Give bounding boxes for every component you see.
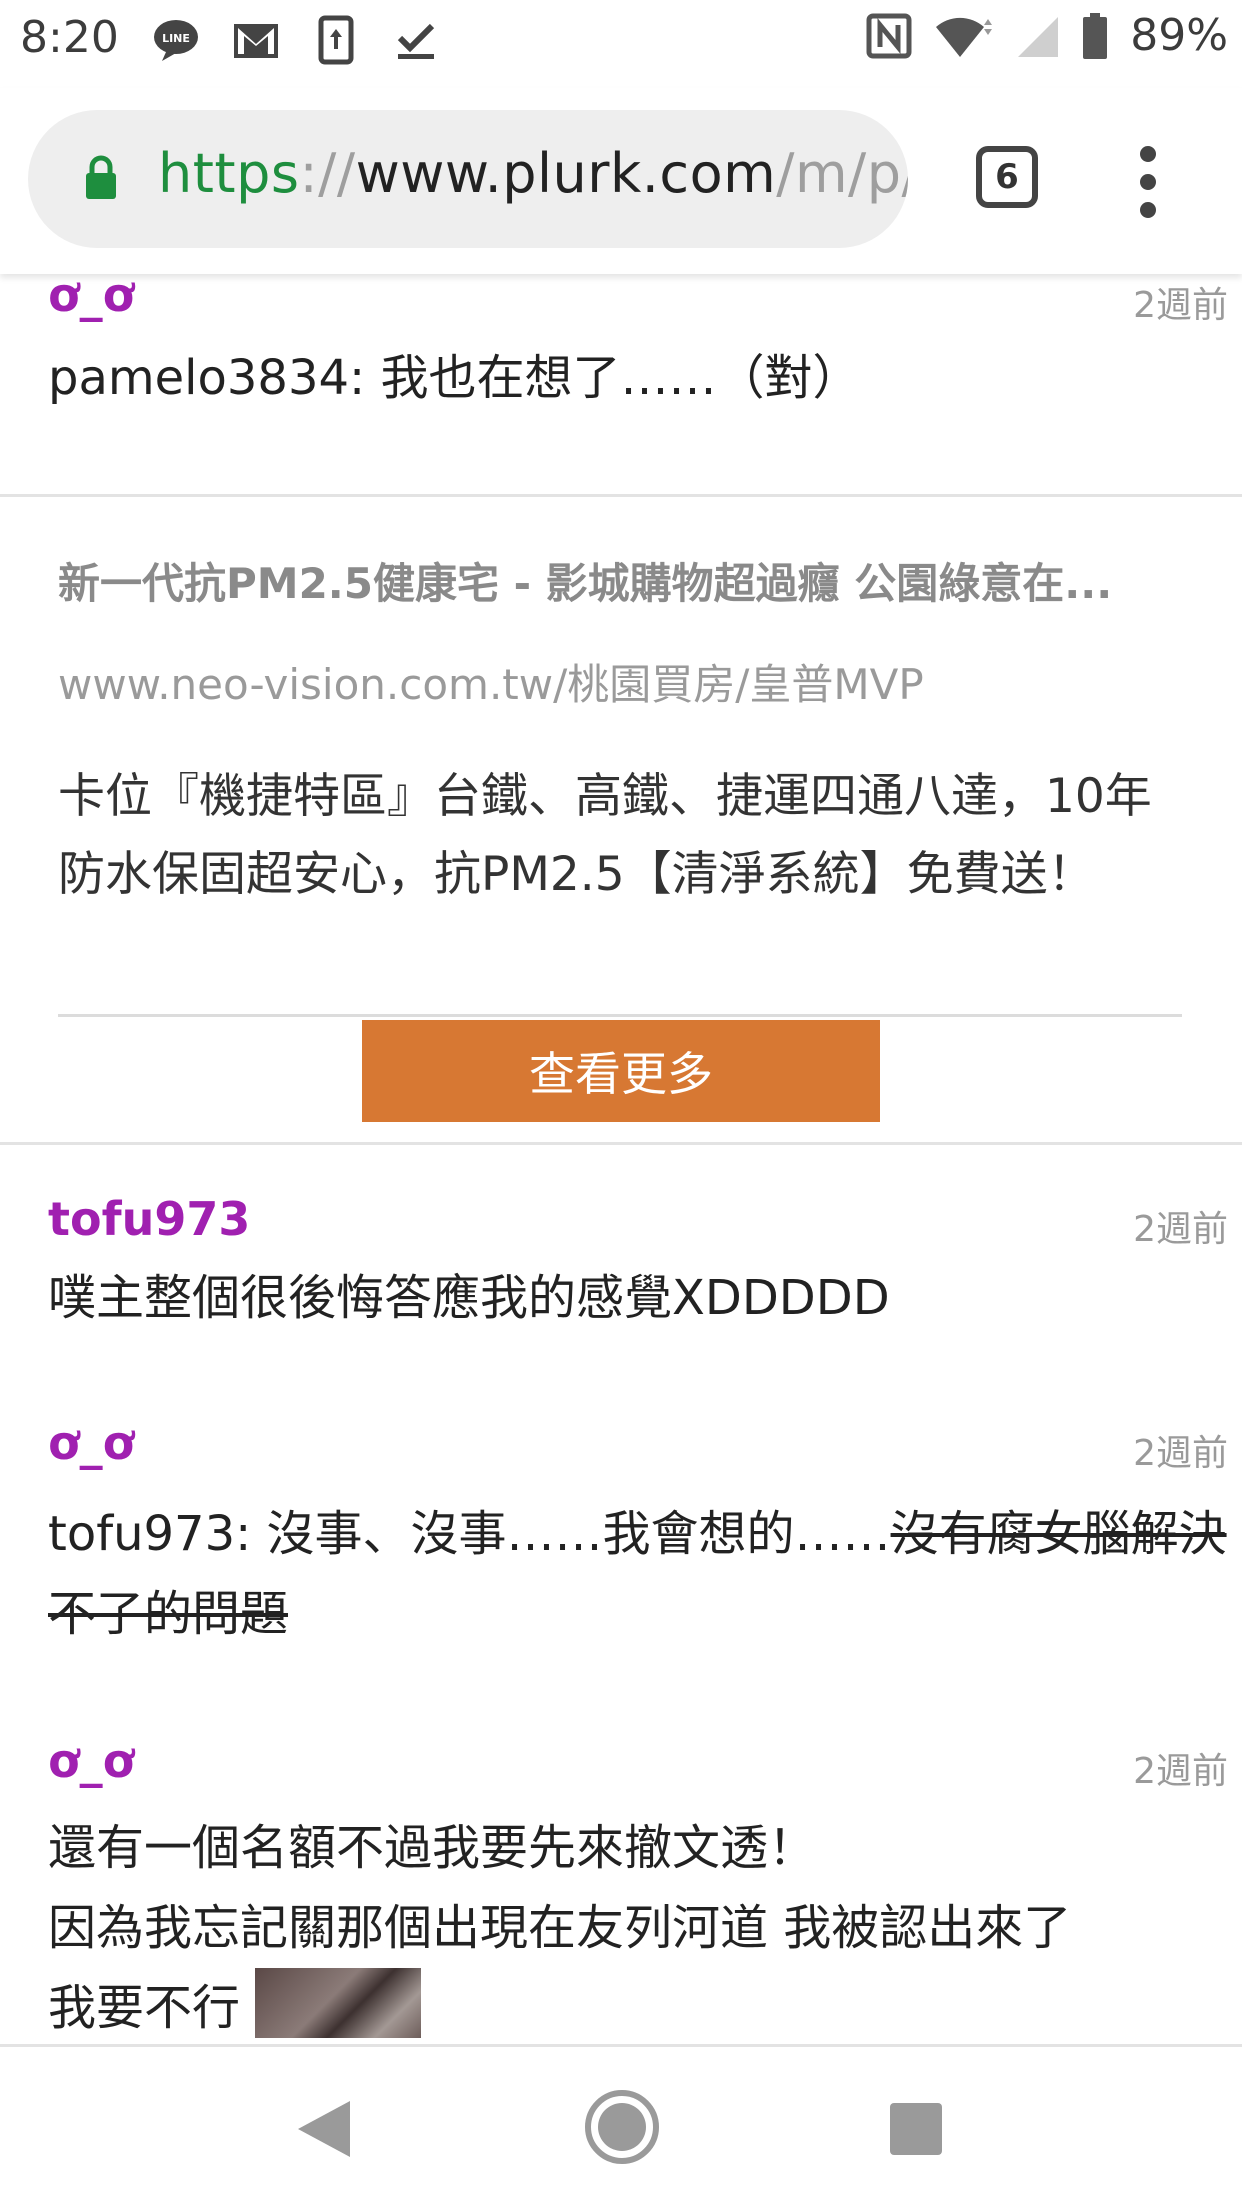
url-text[interactable]: https://www.plurk.com/m/p/r [158,142,908,205]
check-download-icon [390,14,442,66]
wifi-icon [936,17,993,57]
divider [0,1142,1242,1145]
ad-divider [58,1014,1182,1017]
menu-dot-icon [1140,202,1156,218]
response-username[interactable]: ơ_ơ [48,1734,1228,1788]
status-bar: 8:20 LINE 89% [0,0,1242,88]
response-timestamp: 2週前 [1133,1209,1228,1250]
url-host: www.plurk.com [355,142,777,205]
lock-icon [86,155,116,199]
response-line: 因為我忘記關那個出現在友列河道 我被認出來了 [48,1900,1072,1956]
response-text: 噗主整個很後悔答應我的感覺XDDDDD [48,1270,890,1326]
system-icons: 89% [866,10,1228,61]
response-text: 還有一個名額不過我要先來撤文透！ 因為我忘記關那個出現在友列河道 我被認出來了 … [48,1808,1228,2044]
notification-icons: LINE [150,14,442,66]
response-item: ơ_ơ 2週前 tofu973: 沒事、沒事……我會想的……沒有腐女腦解決不了的… [48,1416,1228,1654]
response-item: ơ_ơ 2週前 還有一個名額不過我要先來撤文透！ 因為我忘記關那個出現在友列河道… [48,1734,1228,2044]
response-username[interactable]: ơ_ơ [48,1416,1228,1470]
signal-icon [1018,16,1059,57]
status-time: 8:20 [20,12,119,63]
response-text: tofu973: 沒事、沒事……我會想的……沒有腐女腦解決不了的問題 [48,1494,1228,1654]
recents-icon[interactable] [890,2103,942,2155]
url-separator: :// [299,142,356,205]
url-path: /m/p/r [776,142,908,205]
ad-block[interactable]: 新一代抗PM2.5健康宅 - 影城購物超過癮 公園綠意在... www.neo-… [58,550,1188,914]
tab-switcher-button[interactable]: 6 [976,146,1038,208]
svg-text:LINE: LINE [162,32,190,45]
url-scheme: https [158,142,300,205]
battery-icon [1083,12,1108,59]
browser-toolbar: https://www.plurk.com/m/p/r 6 [0,88,1242,274]
response-line-with-image: 我要不行 [48,1968,1228,2044]
response-text: pamelo3834: 我也在想了……（對） [48,350,861,406]
home-icon[interactable] [582,2087,662,2167]
menu-dot-icon [1140,174,1156,190]
ad-url[interactable]: www.neo-vision.com.tw/桃園買房/皇普MVP [58,651,1188,712]
divider [0,494,1242,497]
response-line: 我要不行 [48,1980,241,2036]
gmail-icon [230,14,282,66]
line-icon: LINE [150,14,202,66]
sync-icon [310,14,362,66]
response-username[interactable]: tofu973 [48,1192,1228,1246]
see-more-button[interactable]: 查看更多 [362,1020,880,1122]
page-content: ơ_ơ 2週前 pamelo3834: 我也在想了……（對） 新一代抗PM2.5… [0,274,1242,2044]
overflow-menu-button[interactable] [1128,146,1168,218]
response-item: tofu973 2週前 噗主整個很後悔答應我的感覺XDDDDD [48,1192,1228,1338]
image-thumbnail[interactable] [255,1968,422,2038]
response-timestamp: 2週前 [1133,1751,1228,1792]
nfc-icon [866,13,912,58]
system-nav-bar [0,2044,1242,2208]
response-text-plain: tofu973: 沒事、沒事……我會想的…… [48,1506,891,1562]
response-username[interactable]: ơ_ơ [48,274,1228,322]
url-bar[interactable]: https://www.plurk.com/m/p/r [28,110,908,248]
response-timestamp: 2週前 [1133,1433,1228,1474]
back-icon[interactable] [296,2099,352,2159]
ad-title[interactable]: 新一代抗PM2.5健康宅 - 影城購物超過癮 公園綠意在... [58,550,1188,611]
ad-description: 卡位『機捷特區』台鐵、高鐵、捷運四通八達，10年防水保固超安心，抗PM2.5【清… [58,769,1152,902]
battery-percent: 89% [1130,10,1228,61]
response-item: ơ_ơ 2週前 pamelo3834: 我也在想了……（對） [48,274,1228,418]
response-line: 還有一個名額不過我要先來撤文透！ [48,1820,817,1876]
tab-count: 6 [995,157,1019,197]
menu-dot-icon [1140,146,1156,162]
response-timestamp: 2週前 [1133,285,1228,326]
